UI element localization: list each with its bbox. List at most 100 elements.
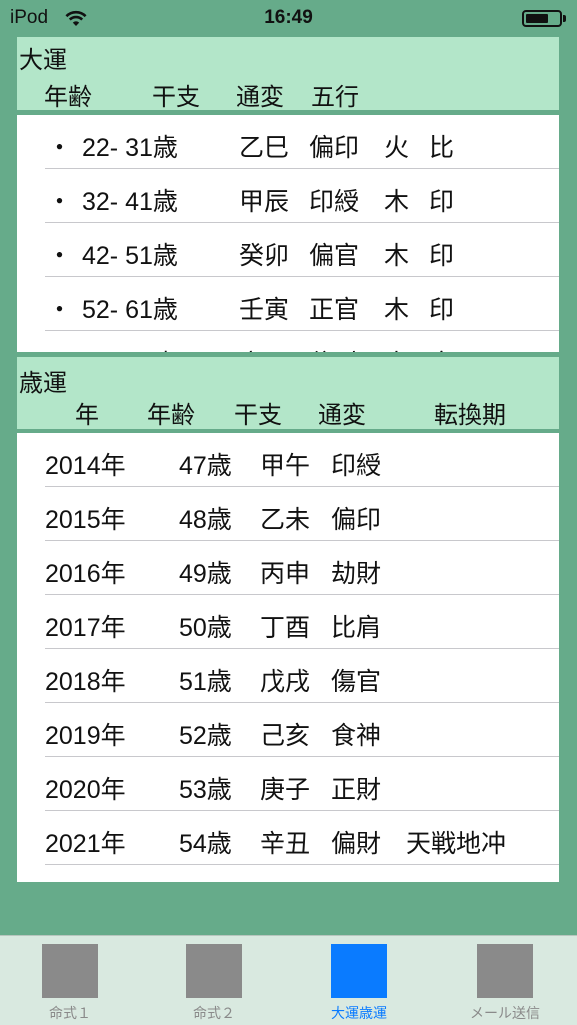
row-year: 2018年 bbox=[45, 668, 126, 696]
tab-meishiki-2[interactable]: 命式２ bbox=[164, 936, 264, 1025]
row-age: 55歳 bbox=[179, 878, 232, 882]
row-kanshi: 甲辰 bbox=[239, 188, 290, 216]
row-age: 51歳 bbox=[179, 668, 232, 696]
tab-mail[interactable]: メール送信 bbox=[455, 936, 555, 1025]
row-tsuhen: 印綬 bbox=[309, 188, 360, 216]
status-bar: iPod 16:49 bbox=[0, 0, 577, 36]
tab-square-icon bbox=[42, 944, 98, 998]
row-age: 62- 71歳 bbox=[82, 344, 178, 352]
row-age: 50歳 bbox=[179, 614, 232, 642]
row-age: 52- 61歳 bbox=[82, 296, 178, 324]
row-year: 2014年 bbox=[45, 452, 126, 480]
row-tsuhen: 偏財 bbox=[331, 830, 382, 858]
row-bullet: ・ bbox=[47, 134, 73, 162]
daiun-row[interactable]: ・ 52- 61歳 壬寅 正官木印 bbox=[17, 277, 559, 331]
tab-label: メール送信 bbox=[470, 1006, 540, 1022]
row-year: 2022年 bbox=[45, 878, 126, 882]
row-year: 2021年 bbox=[45, 830, 126, 858]
row-kanshi: 甲午 bbox=[260, 452, 311, 480]
row-age: 49歳 bbox=[179, 560, 232, 588]
row-age: 47歳 bbox=[179, 452, 232, 480]
tab-bar: 命式１ 命式２ 大運歳運 メール送信 bbox=[0, 935, 577, 1025]
row-kanshi: 壬寅 bbox=[260, 878, 310, 882]
row-age: 53歳 bbox=[179, 776, 232, 804]
row-gogyo: 土 bbox=[384, 344, 409, 352]
row-bullet: ・ bbox=[47, 344, 72, 352]
row-age: 32- 41歳 bbox=[82, 188, 178, 216]
tab-daiun-saiun[interactable]: 大運歳運 bbox=[309, 936, 409, 1025]
saiun-row[interactable]: 2014年 47歳 甲午 印綬 bbox=[17, 433, 559, 487]
battery-icon bbox=[522, 10, 562, 27]
row-gogyo: 木 bbox=[384, 242, 410, 270]
row-tsuhen: 偏官 bbox=[309, 242, 360, 270]
row-age: 48歳 bbox=[179, 506, 232, 534]
row-kanshi: 庚子 bbox=[260, 776, 311, 804]
row-age: 42- 51歳 bbox=[82, 242, 178, 270]
daiun-col-tsuhen: 通変 bbox=[236, 83, 284, 111]
row-year: 2017年 bbox=[45, 614, 126, 642]
saiun-row[interactable]: 2017年 50歳 丁酉 比肩 bbox=[17, 595, 559, 649]
row-tsuhen: 偏財 bbox=[309, 344, 359, 352]
row-gogyo: 木 bbox=[384, 296, 410, 324]
saiun-row[interactable]: 2015年 48歳 乙未 偏印 bbox=[17, 487, 559, 541]
row-age: 54歳 bbox=[179, 830, 232, 858]
saiun-col-tsuhen: 通変 bbox=[318, 401, 366, 429]
tab-square-icon bbox=[477, 944, 533, 998]
row-year: 2016年 bbox=[45, 560, 126, 588]
row-kanshi: 癸卯 bbox=[239, 242, 290, 270]
saiun-row[interactable]: 2018年 51歳 戊戌 傷官 bbox=[17, 649, 559, 703]
row-tsuhen: 偏印 bbox=[331, 506, 382, 534]
saiun-row[interactable]: 2020年 53歳 庚子 正財 bbox=[17, 757, 559, 811]
row-tsuhen: 正財 bbox=[331, 776, 382, 804]
saiun-title: 歳運 bbox=[19, 369, 67, 397]
row-age: 22- 31歳 bbox=[82, 134, 178, 162]
row-tsuhen: 食神 bbox=[331, 722, 382, 750]
saiun-header: 歳運 年 年齢 干支 通変 転換期 bbox=[17, 357, 559, 429]
row-tsuhen: 偏印 bbox=[309, 134, 360, 162]
row-relation: 印 bbox=[429, 188, 455, 216]
daiun-row[interactable]: ・ 42- 51歳 癸卯 偏官木印 bbox=[17, 223, 559, 277]
row-kanshi: 辛丑 bbox=[260, 830, 311, 858]
saiun-row[interactable]: 2019年 52歳 己亥 食神 bbox=[17, 703, 559, 757]
daiun-col-gogyo: 五行 bbox=[311, 83, 359, 111]
daiun-header: 大運 年齢 干支 通変 五行 bbox=[17, 37, 559, 111]
row-bullet: ・ bbox=[47, 296, 73, 324]
saiun-col-year: 年 bbox=[75, 401, 99, 429]
row-kanshi: 丁酉 bbox=[260, 614, 311, 642]
tab-label: 大運歳運 bbox=[331, 1006, 387, 1022]
saiun-col-age: 年齢 bbox=[147, 401, 195, 429]
row-kanshi: 乙巳 bbox=[239, 134, 290, 162]
clock: 16:49 bbox=[264, 7, 313, 28]
saiun-row[interactable]: 2021年 54歳 辛丑 偏財 天戦地冲 bbox=[17, 811, 559, 865]
tab-meishiki-1[interactable]: 命式１ bbox=[20, 936, 120, 1025]
row-kanshi: 己亥 bbox=[260, 722, 311, 750]
row-relation: 印 bbox=[429, 242, 455, 270]
daiun-col-age: 年齢 bbox=[44, 83, 92, 111]
row-relation: 比 bbox=[429, 134, 455, 162]
tab-square-icon bbox=[331, 944, 387, 998]
daiun-row[interactable]: ・ 62- 71歳 辛丑 偏財 土 官 bbox=[17, 331, 559, 352]
daiun-row[interactable]: ・ 32- 41歳 甲辰 印綬木印 bbox=[17, 169, 559, 223]
row-tsuhen: 正官 bbox=[331, 878, 381, 882]
row-year: 2015年 bbox=[45, 506, 126, 534]
tab-label: 命式１ bbox=[49, 1006, 91, 1022]
row-gogyo: 木 bbox=[384, 188, 410, 216]
row-tsuhen: 劫財 bbox=[331, 560, 382, 588]
daiun-list[interactable]: ・ 22- 31歳 乙巳 偏印火比・ 32- 41歳 甲辰 印綬木印・ 42- 51歳 癸卯 偏官… bbox=[17, 115, 559, 352]
saiun-row[interactable]: 2016年 49歳 丙申 劫財 bbox=[17, 541, 559, 595]
saiun-col-kanshi: 干支 bbox=[234, 401, 282, 429]
saiun-col-tenkan: 転換期 bbox=[434, 401, 506, 429]
row-tsuhen: 正官 bbox=[309, 296, 360, 324]
saiun-list[interactable]: 2014年 47歳 甲午 印綬 2015年 48歳 乙未 偏印 2016年 49歳 丙申 劫財 2017… bbox=[17, 433, 559, 882]
row-relation: 印 bbox=[429, 296, 455, 324]
row-tsuhen: 傷官 bbox=[331, 668, 382, 696]
saiun-row[interactable]: 2022年 55歳 壬寅 正官 bbox=[17, 865, 559, 882]
row-tsuhen: 比肩 bbox=[331, 614, 382, 642]
row-gogyo: 火 bbox=[384, 134, 410, 162]
row-tsuhen: 印綬 bbox=[331, 452, 382, 480]
row-bullet: ・ bbox=[47, 188, 73, 216]
row-kanshi: 乙未 bbox=[260, 506, 311, 534]
row-kanshi: 壬寅 bbox=[239, 296, 290, 324]
row-kanshi: 辛丑 bbox=[239, 344, 289, 352]
daiun-row[interactable]: ・ 22- 31歳 乙巳 偏印火比 bbox=[17, 115, 559, 169]
